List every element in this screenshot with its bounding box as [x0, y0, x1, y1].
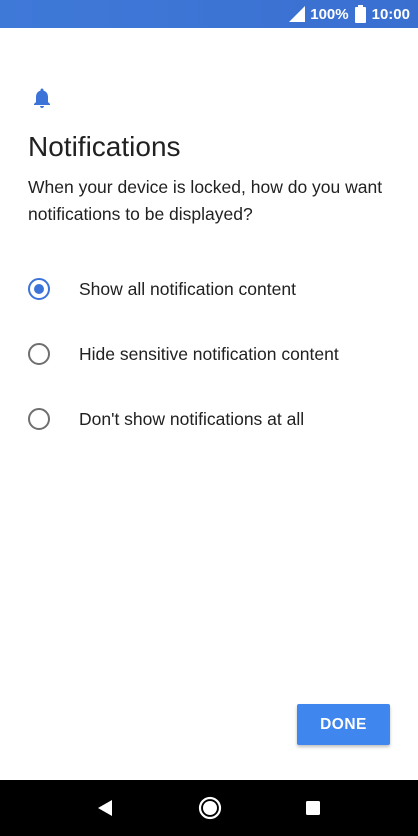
signal-icon: [289, 6, 306, 22]
home-button[interactable]: [180, 780, 240, 836]
back-button[interactable]: [75, 780, 135, 836]
battery-percent: 100%: [310, 5, 349, 23]
recents-icon: [306, 801, 320, 815]
option-dont-show[interactable]: Don't show notifications at all: [0, 389, 418, 449]
done-button[interactable]: DONE: [297, 704, 390, 745]
option-label: Show all notification content: [79, 278, 296, 299]
status-bar: 100% 10:00: [0, 0, 418, 28]
navigation-bar: [0, 780, 418, 836]
bell-icon: [34, 88, 50, 108]
option-label: Hide sensitive notification content: [79, 343, 339, 364]
radio-button[interactable]: [28, 343, 50, 365]
page-description: When your device is locked, how do you w…: [28, 177, 383, 224]
back-icon: [98, 800, 112, 816]
home-icon: [198, 796, 222, 820]
option-label: Don't show notifications at all: [79, 408, 305, 429]
status-indicators: 100% 10:00: [288, 0, 410, 28]
recents-button[interactable]: [283, 780, 343, 836]
page-title: Notifications: [28, 131, 181, 162]
clock: 10:00: [371, 5, 410, 23]
option-hide-sensitive[interactable]: Hide sensitive notification content: [0, 324, 418, 384]
radio-button-selected[interactable]: [28, 278, 50, 300]
option-show-all[interactable]: Show all notification content: [0, 259, 418, 319]
radio-button[interactable]: [28, 408, 50, 430]
battery-icon: [354, 5, 366, 23]
